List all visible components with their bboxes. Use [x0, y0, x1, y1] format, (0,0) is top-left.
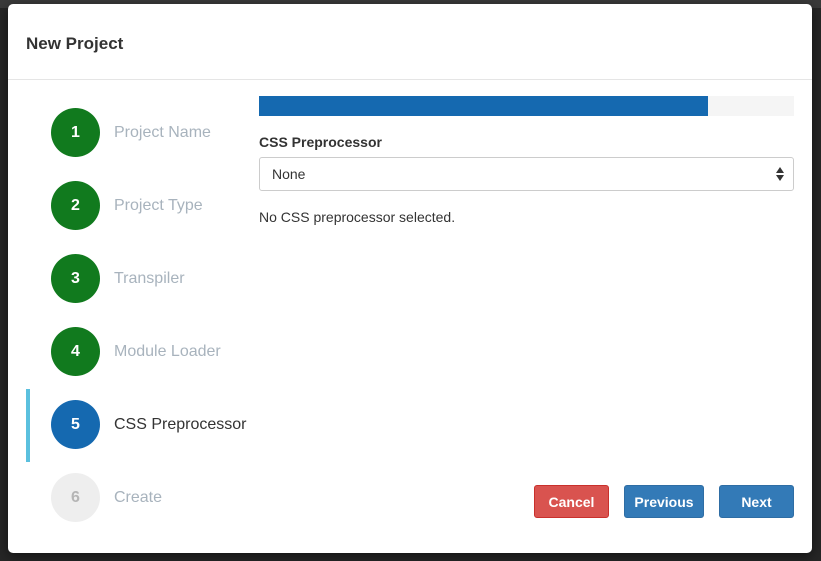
- step-number-badge: 2: [51, 181, 100, 230]
- step-content: CSS Preprocessor None No CSS preprocesso…: [259, 96, 794, 226]
- step-number-badge: 1: [51, 108, 100, 157]
- step-css-preprocessor[interactable]: 5 CSS Preprocessor: [26, 387, 256, 462]
- select-value: None: [272, 166, 306, 182]
- preprocessor-help-text: No CSS preprocessor selected.: [259, 209, 456, 225]
- step-label: Module Loader: [114, 343, 221, 360]
- cancel-button[interactable]: Cancel: [534, 485, 609, 518]
- wizard-steps: 1 Project Name 2 Project Type 3 Transpil…: [26, 95, 256, 533]
- dialog-title: New Project: [26, 34, 124, 53]
- step-label: CSS Preprocessor: [114, 416, 247, 433]
- wizard-progress-bar: [259, 96, 794, 116]
- step-module-loader[interactable]: 4 Module Loader: [26, 314, 256, 387]
- step-project-type[interactable]: 2 Project Type: [26, 168, 256, 241]
- css-preprocessor-label: CSS Preprocessor: [259, 134, 382, 150]
- step-number-badge: 6: [51, 473, 100, 522]
- step-transpiler[interactable]: 3 Transpiler: [26, 241, 256, 314]
- step-create[interactable]: 6 Create: [26, 460, 256, 533]
- step-label: Project Name: [114, 124, 211, 141]
- previous-button[interactable]: Previous: [624, 485, 704, 518]
- css-preprocessor-select[interactable]: None: [259, 157, 794, 191]
- step-number-badge: 5: [51, 400, 100, 449]
- dialog-header: New Project: [8, 4, 812, 80]
- step-number-badge: 3: [51, 254, 100, 303]
- step-label: Create: [114, 489, 163, 506]
- step-number-badge: 4: [51, 327, 100, 376]
- step-label: Transpiler: [114, 270, 185, 287]
- step-label: Project Type: [114, 197, 203, 214]
- progress-fill: [259, 96, 709, 116]
- step-project-name[interactable]: 1 Project Name: [26, 95, 256, 168]
- next-button[interactable]: Next: [719, 485, 794, 518]
- new-project-dialog: New Project 1 Project Name 2 Project Typ…: [8, 4, 812, 553]
- select-arrows-icon: [776, 167, 784, 181]
